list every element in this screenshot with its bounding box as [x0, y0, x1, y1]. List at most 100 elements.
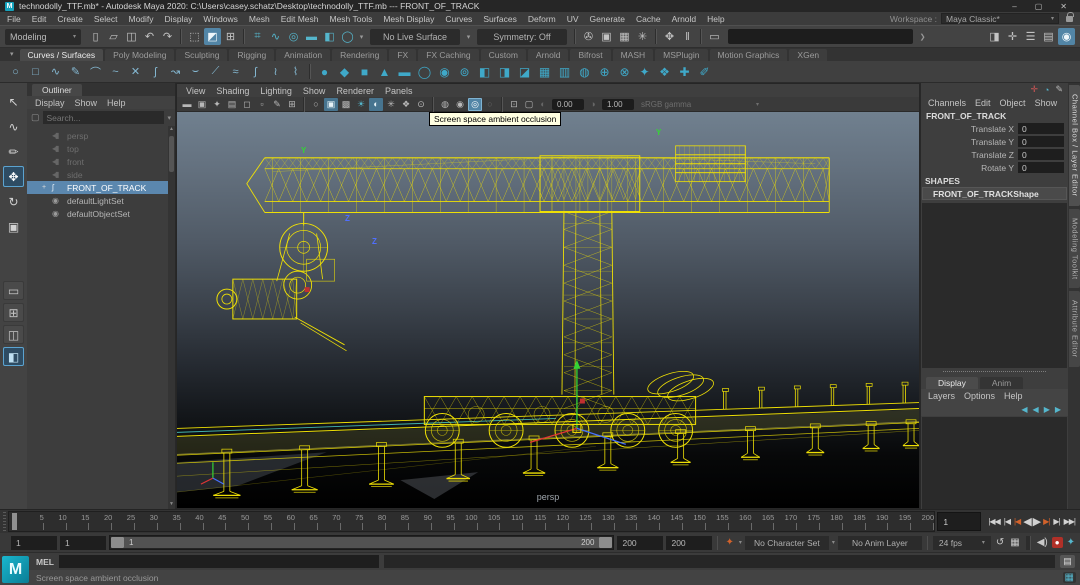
shelf-tab[interactable]: Animation: [276, 49, 330, 61]
sidebar-attribute-editor-icon[interactable]: ◨: [986, 28, 1003, 45]
quick-entry-field[interactable]: [728, 29, 913, 44]
menu-set-dropdown[interactable]: Modeling ▾: [5, 29, 81, 45]
command-language-label[interactable]: MEL: [36, 557, 54, 567]
go-to-end-button[interactable]: ▶▶|: [1062, 517, 1077, 526]
snap-surface-icon[interactable]: ◧: [321, 28, 338, 45]
outliner-item[interactable]: + ʃ FRONT_OF_TRACK: [27, 181, 175, 194]
divider[interactable]: [700, 29, 702, 44]
playback-start-field[interactable]: 1: [60, 536, 106, 550]
viewport-maximize-icon[interactable]: ▬: [180, 98, 194, 111]
safe-action-icon[interactable]: ◐: [369, 98, 383, 111]
sculpt-surface-icon[interactable]: ✐: [695, 62, 714, 81]
detach-surface-icon[interactable]: ⊗: [615, 62, 634, 81]
shelf-tab[interactable]: Poly Modeling: [105, 49, 174, 61]
menu-item[interactable]: Generate: [590, 14, 625, 24]
snap-curve-icon[interactable]: ∿: [267, 28, 284, 45]
xray-icon[interactable]: ▢: [522, 98, 536, 111]
character-set-dropdown[interactable]: No Character Set: [745, 536, 829, 550]
layer-mode-icon-2[interactable]: ◀: [1033, 405, 1039, 414]
range-slider[interactable]: 1 200: [109, 535, 614, 550]
grid-icon[interactable]: ▦: [1063, 572, 1076, 583]
outliner-item[interactable]: ◂▮ top: [27, 142, 175, 155]
film-gate-icon[interactable]: ○: [309, 98, 323, 111]
outliner-menu-item[interactable]: Show: [75, 98, 98, 108]
chevron-down-icon[interactable]: ▾: [739, 539, 742, 546]
exposure-icon[interactable]: ◐: [536, 98, 550, 111]
layer-menu-item[interactable]: Help: [1004, 391, 1023, 401]
viewport-canvas[interactable]: Y Z Z Y Screen space ambient occlusion p…: [177, 112, 919, 508]
loft-icon[interactable]: ⊚: [455, 62, 474, 81]
layer-menu-item[interactable]: Options: [964, 391, 995, 401]
viewport-menu-item[interactable]: Panels: [385, 86, 413, 96]
shelf-tab[interactable]: FX Caching: [418, 49, 478, 61]
shadows-icon[interactable]: ◉: [453, 98, 467, 111]
shelf-tab[interactable]: Motion Graphics: [710, 49, 788, 61]
nurbs-cube-icon[interactable]: ◆: [335, 62, 354, 81]
extrude-icon[interactable]: ◨: [495, 62, 514, 81]
outliner-tab[interactable]: Outliner: [32, 84, 82, 96]
divider[interactable]: [1026, 536, 1031, 550]
layer-menu-item[interactable]: Layers: [928, 391, 955, 401]
layer-mode-icon-1[interactable]: ◀: [1021, 405, 1027, 414]
channel-box-menu-item[interactable]: Object: [1000, 98, 1026, 108]
viewport-menu-item[interactable]: Shading: [216, 86, 249, 96]
menu-item[interactable]: Help: [707, 14, 724, 24]
curve-edit-icon[interactable]: ✕: [126, 62, 145, 81]
menu-item[interactable]: File: [7, 14, 21, 24]
menu-item[interactable]: Arnold: [672, 14, 697, 24]
layer-editor-tab[interactable]: Display: [926, 377, 978, 389]
select-object-icon[interactable]: ◩: [204, 28, 221, 45]
hyperbolic-slider-icon[interactable]: ✎: [1055, 84, 1063, 95]
select-hierarchy-icon[interactable]: ⬚: [186, 28, 203, 45]
insert-knot-icon[interactable]: ≀: [266, 62, 285, 81]
render-settings-icon[interactable]: ✳: [634, 28, 651, 45]
planar-icon[interactable]: ◧: [475, 62, 494, 81]
fps-dropdown[interactable]: 24 fps ▾: [933, 536, 991, 550]
file-open-icon[interactable]: ▱: [105, 28, 122, 45]
redo-icon[interactable]: ↷: [159, 28, 176, 45]
go-to-start-button[interactable]: |◀◀: [986, 517, 1001, 526]
snap-options-arrow-icon[interactable]: ▾: [357, 28, 366, 45]
image-plane-icon[interactable]: ◻: [240, 98, 254, 111]
layer-move-up-icon[interactable]: ▶: [1044, 405, 1050, 414]
outliner-item[interactable]: ◂▮ front: [27, 155, 175, 168]
close-icon[interactable]: ✕: [1060, 2, 1067, 11]
outliner-item[interactable]: ◂▮ persp: [27, 129, 175, 142]
animation-start-field[interactable]: 1: [11, 536, 57, 550]
snap-grid-icon[interactable]: ⌗: [249, 28, 266, 45]
outliner-item[interactable]: ◂▮ side: [27, 168, 175, 181]
attribute-value-field[interactable]: 0: [1018, 136, 1064, 147]
range-start-handle[interactable]: [111, 537, 124, 548]
outliner-scrollbar[interactable]: ▲ ▼: [168, 126, 175, 509]
live-surface-field[interactable]: No Live Surface: [370, 29, 460, 45]
attach-curve-icon[interactable]: ʃ: [146, 62, 165, 81]
sidebar-vertical-tab[interactable]: Attribute Editor: [1069, 291, 1080, 367]
loop-icon[interactable]: ↺: [994, 537, 1006, 548]
menu-item[interactable]: Edit Mesh: [281, 14, 319, 24]
gamma-field[interactable]: 1.00: [602, 99, 634, 110]
menu-item[interactable]: Modify: [129, 14, 154, 24]
menu-item[interactable]: Curves: [445, 14, 472, 24]
divider[interactable]: [180, 29, 182, 44]
boundary-icon[interactable]: ▦: [535, 62, 554, 81]
sidebar-vertical-tab[interactable]: Channel Box / Layer Editor: [1069, 85, 1080, 206]
safe-title-icon[interactable]: ✳: [384, 98, 398, 111]
shelf-tab[interactable]: Rendering: [332, 49, 387, 61]
step-forward-key-button[interactable]: ▶|: [1041, 517, 1051, 526]
menu-item[interactable]: Surfaces: [483, 14, 517, 24]
menu-item[interactable]: UV: [567, 14, 579, 24]
nurbs-square-icon[interactable]: □: [26, 62, 45, 81]
animation-end-field[interactable]: 200: [666, 536, 712, 550]
extend-curve-icon[interactable]: ∫: [246, 62, 265, 81]
auto-key-icon[interactable]: ●: [1052, 537, 1063, 548]
chevron-down-icon[interactable]: ▾: [832, 539, 835, 546]
outliner-item[interactable]: ◉ defaultLightSet: [27, 194, 175, 207]
shelf-tab[interactable]: Bifrost: [570, 49, 610, 61]
menu-item[interactable]: Select: [94, 14, 118, 24]
attribute-value-field[interactable]: 0: [1018, 123, 1064, 134]
nurbs-torus-icon[interactable]: ◯: [415, 62, 434, 81]
insert-isoparm-icon[interactable]: ✚: [675, 62, 694, 81]
align-surface-icon[interactable]: ✦: [635, 62, 654, 81]
gate-mask-icon[interactable]: ▩: [339, 98, 353, 111]
shelf-menu-icon[interactable]: ▾: [6, 50, 18, 59]
